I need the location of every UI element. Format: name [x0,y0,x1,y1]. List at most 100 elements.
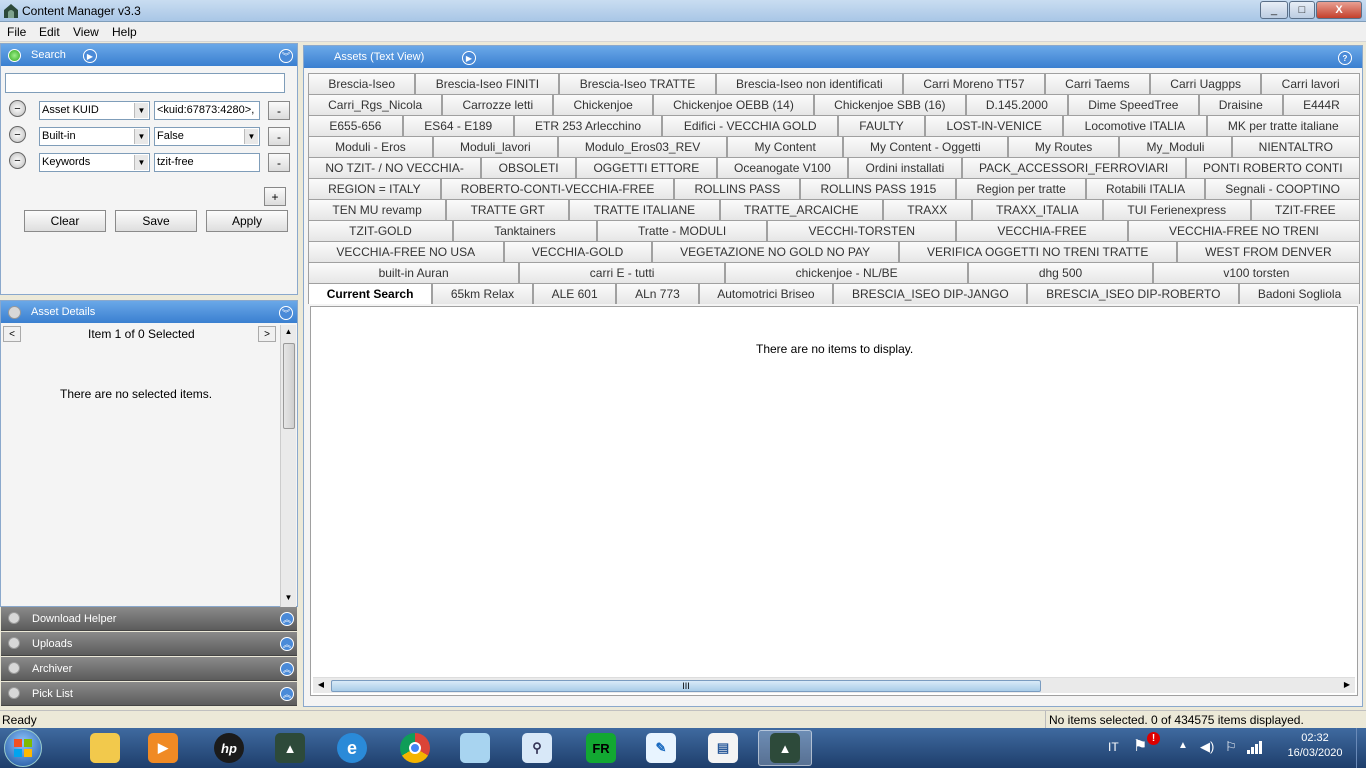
expand-icon[interactable]: ︽ [280,612,294,626]
asset-tab[interactable]: Automotrici Briseo [698,283,834,304]
asset-tab[interactable]: ALE 601 [532,283,617,304]
apply-button[interactable]: Apply [206,210,288,232]
asset-tab[interactable]: ROLLINS PASS 1915 [800,178,957,199]
view-menu-icon[interactable]: ▶ [462,51,476,65]
asset-tab[interactable]: Carri Moreno TT57 [903,73,1045,94]
asset-tab[interactable]: Carri lavori [1261,73,1360,94]
asset-tab[interactable]: VECCHIA-FREE [956,220,1128,241]
asset-tab[interactable]: Tratte - MODULI [596,220,768,241]
scroll-left-icon[interactable]: ◀ [315,680,327,692]
remove-filter-button[interactable]: - [268,127,290,146]
asset-tab[interactable]: Chickenjoe SBB (16) [814,94,966,115]
asset-tab[interactable]: FAULTY [837,115,926,136]
asset-tab[interactable]: PONTI ROBERTO CONTI [1185,157,1360,178]
taskbar-document[interactable]: ▤ [696,730,750,766]
download-helper-panel[interactable]: Download Helper ︽ [1,607,297,631]
asset-tab[interactable]: Modulo_Eros03_REV [557,136,728,157]
asset-tab[interactable]: Badoni Sogliola [1239,283,1360,304]
asset-tab[interactable]: TUI Ferienexpress [1103,199,1251,220]
asset-tab[interactable]: VECCHIA-GOLD [503,241,652,262]
asset-tab[interactable]: NIENTALTRO [1231,136,1360,157]
filter-value-input[interactable]: tzit-free [154,153,260,172]
action-center-icon[interactable]: ⚑! [1133,732,1161,762]
filter-value-select[interactable]: False ▼ [154,127,260,146]
asset-tab[interactable]: TRATTE_ARCAICHE [719,199,883,220]
asset-tab[interactable]: OBSOLETI [481,157,577,178]
pick-list-panel[interactable]: Pick List ︽ [1,682,297,706]
signal-icon[interactable] [1247,740,1265,756]
asset-tab[interactable]: BRESCIA_ISEO DIP-ROBERTO [1027,283,1240,304]
asset-tab[interactable]: carri E - tutti [519,262,726,283]
expand-icon[interactable]: ︽ [280,687,294,701]
uploads-panel[interactable]: Uploads ︽ [1,632,297,656]
filter-field-select[interactable]: Built-in ▼ [39,127,150,146]
asset-tab[interactable]: E444R [1282,94,1360,115]
asset-tab[interactable]: Tanktainers [453,220,597,241]
prev-item-button[interactable]: < [3,326,21,342]
asset-tab[interactable]: NO TZIT- / NO VECCHIA- [308,157,482,178]
volume-icon[interactable]: ◀) [1200,739,1214,755]
asset-tab[interactable]: My Routes [1007,136,1120,157]
asset-tab[interactable]: Ordini installati [848,157,962,178]
asset-tab[interactable]: My Content [727,136,843,157]
asset-tab[interactable]: chickenjoe - NL/BE [725,262,969,283]
asset-tab[interactable]: TZIT-GOLD [308,220,454,241]
asset-tab[interactable]: ES64 - E189 [402,115,514,136]
asset-tab[interactable]: TRATTE GRT [446,199,570,220]
asset-tab[interactable]: Draisine [1198,94,1283,115]
asset-tab[interactable]: Brescia-Iseo [308,73,416,94]
asset-tab[interactable]: ROBERTO-CONTI-VECCHIA-FREE [440,178,675,199]
asset-tab[interactable]: Oceanogate V100 [716,157,849,178]
asset-tab[interactable]: VECCHI-TORSTEN [767,220,957,241]
asset-tab[interactable]: Carri Uagpps [1149,73,1262,94]
menu-help[interactable]: Help [112,25,137,39]
scroll-down-icon[interactable]: ▼ [282,593,295,605]
taskbar-content-manager[interactable]: ▲ [263,730,317,766]
menu-view[interactable]: View [73,25,99,39]
archiver-panel[interactable]: Archiver ︽ [1,657,297,681]
asset-tab[interactable]: 65km Relax [432,283,533,304]
asset-tab[interactable]: My_Moduli [1119,136,1232,157]
next-item-button[interactable]: > [258,326,276,342]
network-flag-icon[interactable]: ⚐ [1225,739,1237,755]
asset-tab[interactable]: Brescia-Iseo non identificati [715,73,904,94]
menu-edit[interactable]: Edit [39,25,60,39]
filter-toggle-icon[interactable]: − [9,126,26,143]
asset-tab[interactable]: ROLLINS PASS [674,178,801,199]
asset-tab[interactable]: v100 torsten [1152,262,1360,283]
asset-tab[interactable]: Chickenjoe [553,94,653,115]
taskbar-explorer[interactable] [78,730,132,766]
collapse-icon[interactable]: ︾ [279,306,293,320]
taskbar-ie[interactable]: e [325,730,379,766]
taskbar-notepad[interactable] [448,730,502,766]
scroll-thumb[interactable] [283,343,295,429]
close-button[interactable]: X [1316,1,1362,19]
asset-tab[interactable]: VECCHIA-FREE NO USA [308,241,504,262]
show-hidden-icons-icon[interactable]: ▲ [1178,740,1188,751]
taskbar-quill[interactable]: ✎ [634,730,688,766]
horizontal-scrollbar[interactable]: ◀ III ▶ [313,677,1355,693]
asset-tab[interactable]: ALn 773 [616,283,699,304]
asset-tab[interactable]: ETR 253 Arlecchino [513,115,663,136]
asset-tab[interactable]: My Content - Oggetti [842,136,1008,157]
asset-tab[interactable]: Moduli_lavori [432,136,558,157]
clear-button[interactable]: Clear [24,210,106,232]
save-button[interactable]: Save [115,210,197,232]
search-input[interactable] [5,73,285,93]
remove-filter-button[interactable]: - [268,101,290,120]
asset-tab[interactable]: WEST FROM DENVER [1176,241,1361,262]
filter-field-select[interactable]: Keywords ▼ [39,153,150,172]
asset-tab[interactable]: Dime SpeedTree [1068,94,1199,115]
asset-list[interactable]: There are no items to display. ◀ III ▶ [310,306,1358,696]
scroll-up-icon[interactable]: ▲ [282,327,295,339]
asset-tab[interactable]: VERIFICA OGGETTI NO TRENI TRATTE [898,241,1177,262]
collapse-icon[interactable]: ︾ [279,49,293,63]
details-scrollbar[interactable]: ▲ ▼ [280,325,296,607]
taskbar-content-manager-active[interactable]: ▲ [758,730,812,766]
asset-tab[interactable]: VECCHIA-FREE NO TRENI [1127,220,1361,241]
asset-tab[interactable]: OGGETTI ETTORE [576,157,717,178]
clock[interactable]: 02:32 16/03/2020 [1278,732,1352,759]
asset-tab[interactable]: Brescia-Iseo FINITI [415,73,560,94]
scroll-thumb[interactable]: III [331,680,1041,692]
filter-value-input[interactable]: <kuid:67873:4280>, [154,101,260,120]
